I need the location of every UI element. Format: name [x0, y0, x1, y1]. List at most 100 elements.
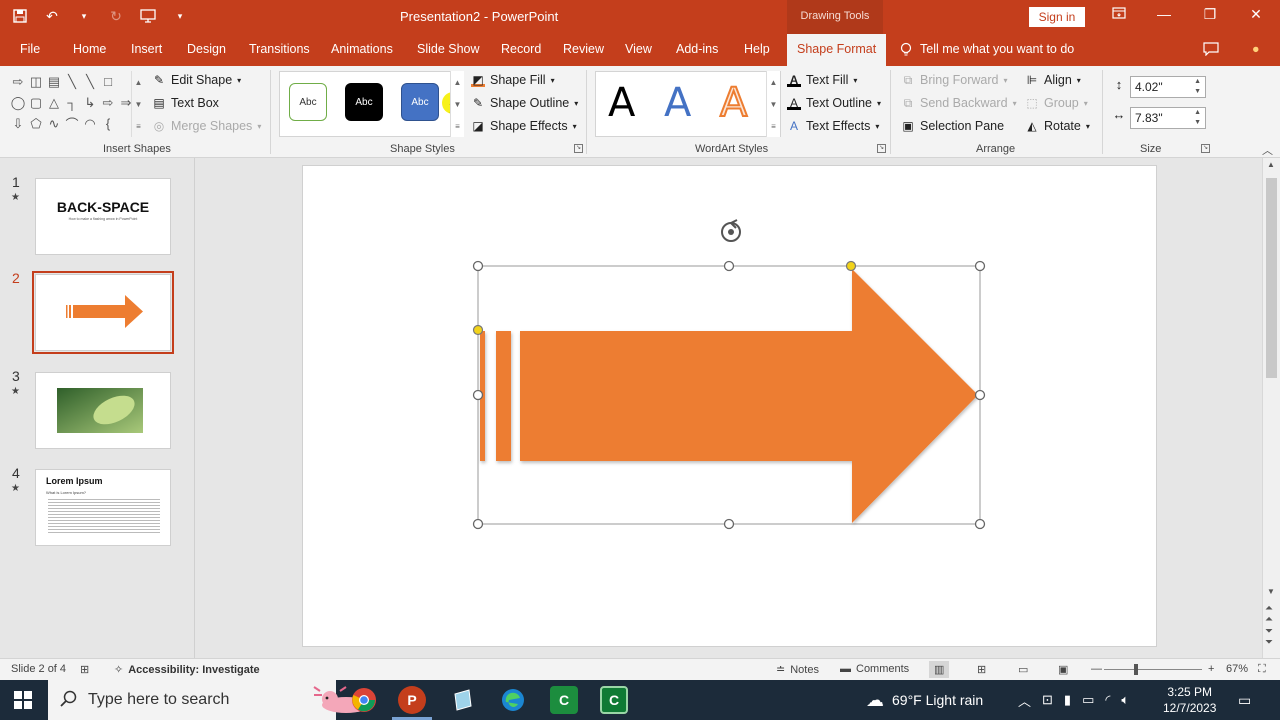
wifi-icon[interactable]: ◜ — [1105, 692, 1110, 708]
more-icon[interactable]: ≡ — [136, 122, 141, 131]
text-outline-button[interactable]: A Text Outline ▾ — [787, 96, 881, 110]
slide-thumbnail-3[interactable] — [35, 372, 171, 449]
customize-qat-icon[interactable]: ▾ — [170, 6, 190, 26]
minimize-icon[interactable]: — — [1153, 6, 1175, 26]
wordart-gallery-scroll[interactable]: ▲ ▼ ≡ — [766, 71, 780, 137]
elbow-connector-shape-icon[interactable]: ┐ — [63, 92, 81, 113]
arc-shape-icon[interactable]: ◠ — [81, 113, 99, 134]
zoom-slider[interactable] — [1104, 664, 1202, 675]
shapes-gallery-scroll[interactable]: ▲ ▼ ≡ — [131, 71, 145, 137]
flashing-arrow-shape[interactable] — [480, 269, 978, 523]
text-fill-button[interactable]: A Text Fill ▾ — [787, 73, 857, 87]
shape-style-outline-green[interactable]: Abc — [289, 83, 327, 121]
brace-shape-icon[interactable]: { — [99, 113, 117, 134]
tab-help[interactable]: Help — [744, 42, 770, 56]
spinner-icon[interactable]: ▲ ▼ — [1194, 77, 1201, 97]
cube-shape-icon[interactable]: ◫ — [27, 71, 45, 92]
zoom-level[interactable]: 67% — [1226, 663, 1248, 675]
present-from-start-icon[interactable] — [138, 6, 158, 26]
align-button[interactable]: ⊫ Align ▾ — [1025, 73, 1081, 87]
slide-thumbnail-4[interactable]: Lorem Ipsum What is Lorem Ipsum? — [35, 469, 171, 546]
line-shape-icon[interactable]: ╲ — [63, 71, 81, 92]
collapse-ribbon-icon[interactable]: ︿ — [1262, 142, 1273, 158]
tab-view[interactable]: View — [625, 42, 652, 56]
tab-shape-format[interactable]: Shape Format — [787, 34, 887, 66]
tab-home[interactable]: Home — [73, 42, 106, 56]
scroll-up-icon[interactable]: ▲ — [454, 78, 462, 87]
elbow-arrow-shape-icon[interactable]: ↳ — [81, 92, 99, 113]
sign-in-button[interactable]: Sign in — [1029, 7, 1085, 27]
reading-view-icon[interactable]: ▭ — [1018, 663, 1028, 676]
scribble-shape-icon[interactable]: ∿ — [45, 113, 63, 134]
arrow-down-shape-icon[interactable]: ⇩ — [9, 113, 27, 134]
vertical-scrollbar[interactable]: ▲ ▼ ⏶ ⏶ ⏷ ⏷ — [1262, 158, 1280, 658]
slide-thumbnail-1[interactable]: BACK-SPACE How to make a flashing arrow … — [35, 178, 171, 255]
scroll-up-icon[interactable]: ▲ — [770, 78, 778, 87]
zoom-in-icon[interactable]: + — [1208, 663, 1214, 675]
shape-effects-button[interactable]: ◪ Shape Effects ▾ — [471, 119, 576, 133]
merge-shapes-button[interactable]: ◎ Merge Shapes ▾ — [152, 119, 262, 133]
redo-icon[interactable]: ↻ — [106, 6, 126, 26]
text-box-shape-icon[interactable]: ▤ — [45, 71, 63, 92]
tab-transitions[interactable]: Transitions — [249, 42, 310, 56]
arrow-right-outline-shape-icon[interactable]: ⇨ — [99, 92, 117, 113]
scroll-up-icon[interactable]: ▲ — [1267, 160, 1275, 169]
text-effects-button[interactable]: A Text Effects ▾ — [787, 119, 879, 133]
spinner-icon[interactable]: ▲ ▼ — [1194, 108, 1201, 128]
selection-pane-button[interactable]: ▣ Selection Pane — [901, 119, 1004, 133]
adjustment-handles[interactable] — [472, 260, 857, 336]
tab-record[interactable]: Record — [501, 42, 541, 56]
fit-slide-icon[interactable]: ⛶ — [1258, 663, 1266, 676]
windows-start-icon[interactable] — [14, 691, 32, 712]
volume-icon[interactable]: 🔈︎ — [1121, 692, 1129, 708]
usb-icon[interactable]: ▮ — [1064, 692, 1071, 708]
edge-icon[interactable] — [499, 686, 527, 714]
notes-button[interactable]: ≐ Notes — [776, 663, 819, 677]
copilot-icon[interactable]: ● — [1252, 42, 1260, 56]
scroll-down-icon[interactable]: ▼ — [770, 100, 778, 109]
rectangle-shape-icon[interactable]: □ — [99, 71, 117, 92]
slide-show-icon[interactable]: ▣ — [1058, 663, 1068, 676]
tab-design[interactable]: Design — [187, 42, 226, 56]
tab-file[interactable]: File — [20, 42, 40, 56]
scroll-down-icon[interactable]: ▼ — [454, 100, 462, 109]
shape-height-input[interactable]: 4.02" ▲ ▼ — [1130, 76, 1206, 98]
line-shape-icon[interactable]: ╲ — [81, 71, 99, 92]
shape-styles-gallery[interactable]: Abc Abc Abc ➤ — [279, 71, 464, 137]
dialog-launcher-icon[interactable]: ↘ — [1201, 144, 1210, 153]
ribbon-display-options-icon[interactable] — [1108, 6, 1130, 26]
shapes-gallery[interactable]: ⇨ ◫ ▤ ╲ ╲ □ ◯ ▢ △ ┐ ↳ ⇨ ⇒ ⇩ ⬠ ∿ ⌒ ◠ { — [9, 71, 136, 137]
close-icon[interactable]: ✕ — [1245, 6, 1267, 26]
scroll-down-icon[interactable]: ▼ — [135, 100, 143, 109]
clock[interactable]: 3:25 PM 12/7/2023 — [1163, 680, 1216, 720]
slide-thumbnail-2[interactable] — [32, 271, 174, 354]
notification-icon[interactable]: ▭ — [1238, 680, 1251, 720]
tab-animations[interactable]: Animations — [331, 42, 393, 56]
rounded-rectangle-shape-icon[interactable]: ▢ — [27, 92, 45, 113]
comments-button[interactable]: ▬ Comments — [840, 663, 909, 675]
zoom-slider-thumb[interactable] — [1134, 664, 1138, 675]
meet-now-icon[interactable]: ⊡ — [1042, 692, 1053, 708]
zoom-out-icon[interactable]: — — [1091, 663, 1102, 675]
tab-add-ins[interactable]: Add-ins — [676, 42, 718, 56]
arrow-right-shape-icon[interactable]: ⇨ — [9, 71, 27, 92]
comments-icon[interactable] — [1203, 42, 1219, 59]
tab-review[interactable]: Review — [563, 42, 604, 56]
chrome-icon[interactable] — [350, 686, 378, 714]
shape-outline-button[interactable]: ✎ Shape Outline ▾ — [471, 96, 578, 110]
curve-shape-icon[interactable]: ⌒ — [63, 113, 81, 134]
shape-style-blue-fill[interactable]: Abc — [401, 83, 439, 121]
wordart-style-blue[interactable]: A — [664, 80, 691, 126]
normal-view-icon[interactable]: ▥ — [929, 661, 950, 678]
taskbar-search-box[interactable]: Type here to search — [48, 680, 370, 720]
send-backward-button[interactable]: ⧉ Send Backward ▾ — [901, 96, 1017, 110]
next-slide-icon[interactable]: ⏷ ⏷ — [1265, 626, 1273, 648]
slide-sorter-icon[interactable]: ⊞ — [977, 663, 986, 676]
bring-forward-button[interactable]: ⧉ Bring Forward ▾ — [901, 73, 1008, 87]
wordart-gallery[interactable]: A A A — [595, 71, 781, 137]
wordart-style-black[interactable]: A — [608, 80, 635, 126]
group-button[interactable]: ⬚ Group ▾ — [1025, 96, 1087, 110]
freeform-shape-icon[interactable]: ⬠ — [27, 113, 45, 134]
save-icon[interactable] — [10, 6, 30, 26]
show-hidden-icons-icon[interactable]: ︿ — [1018, 691, 1031, 710]
